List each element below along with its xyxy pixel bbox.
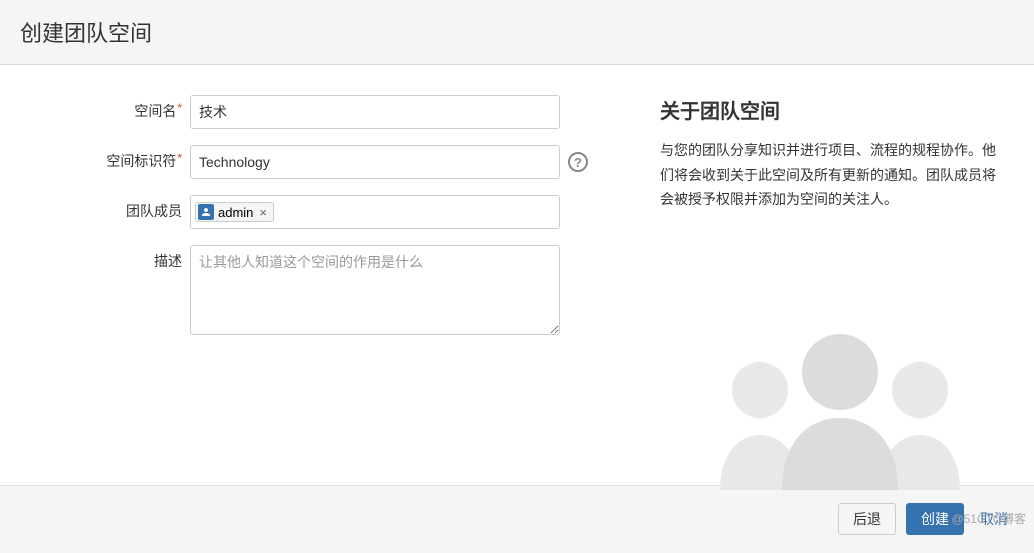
- required-asterisk: *: [177, 101, 182, 115]
- members-input[interactable]: admin ×: [190, 195, 560, 229]
- row-description: 描述: [40, 245, 640, 335]
- dialog-title: 创建团队空间: [20, 16, 1014, 48]
- user-avatar-icon: [198, 204, 214, 220]
- user-tag: admin ×: [195, 202, 274, 222]
- user-tag-name: admin: [218, 205, 253, 220]
- cancel-button[interactable]: 取消: [974, 509, 1014, 529]
- form-column: 空间名* 空间标识符* ? 团队成员: [0, 95, 640, 485]
- space-name-input[interactable]: [190, 95, 560, 129]
- help-icon[interactable]: ?: [568, 152, 588, 172]
- back-button[interactable]: 后退: [838, 503, 896, 535]
- row-space-name: 空间名*: [40, 95, 640, 129]
- row-members: 团队成员 admin ×: [40, 195, 640, 229]
- info-heading: 关于团队空间: [660, 95, 1004, 124]
- required-asterisk: *: [177, 151, 182, 165]
- label-members: 团队成员: [40, 195, 190, 221]
- description-textarea[interactable]: [190, 245, 560, 335]
- dialog-header: 创建团队空间: [0, 0, 1034, 65]
- create-button[interactable]: 创建: [906, 503, 964, 535]
- label-description: 描述: [40, 245, 190, 271]
- info-column: 关于团队空间 与您的团队分享知识并进行项目、流程的规程协作。他们将会收到关于此空…: [640, 95, 1034, 485]
- team-illustration-icon: [700, 310, 980, 495]
- dialog-body: 空间名* 空间标识符* ? 团队成员: [0, 65, 1034, 485]
- info-body: 与您的团队分享知识并进行项目、流程的规程协作。他们将会收到关于此空间及所有更新的…: [660, 138, 1004, 212]
- remove-tag-icon[interactable]: ×: [257, 205, 269, 220]
- space-id-input[interactable]: [190, 145, 560, 179]
- label-space-name: 空间名*: [40, 95, 190, 121]
- row-space-id: 空间标识符* ?: [40, 145, 640, 179]
- label-space-id: 空间标识符*: [40, 145, 190, 171]
